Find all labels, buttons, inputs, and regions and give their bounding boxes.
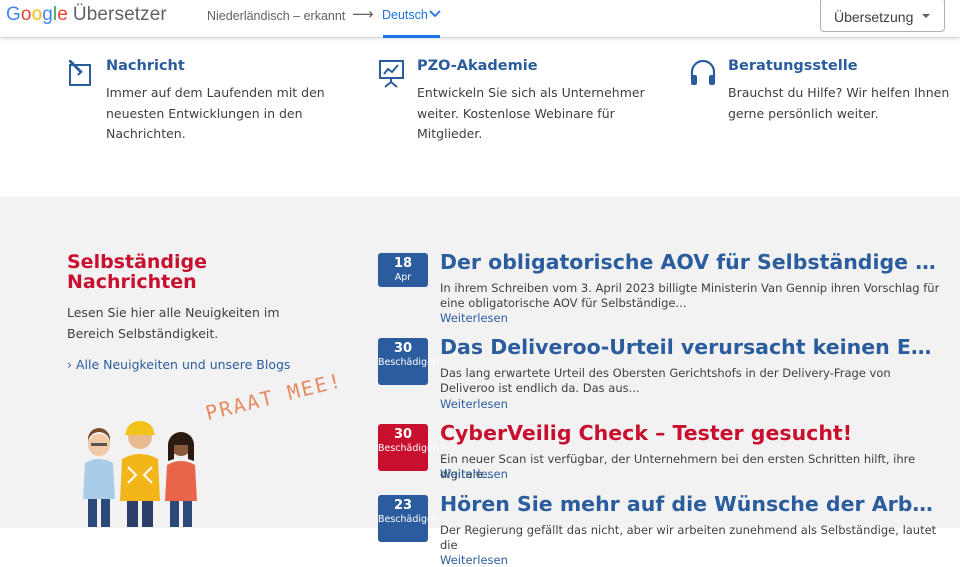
date-day: 18	[393, 256, 413, 271]
feature-title: Nachricht	[106, 58, 185, 74]
date-badge: 30 Beschädigen	[378, 338, 439, 385]
logo-letter: e	[57, 4, 68, 25]
presentation-board-icon	[379, 60, 404, 88]
date-badge: 30 Beschädigen	[378, 424, 439, 471]
date-badge: 18 Apr	[378, 253, 428, 287]
article-title[interactable]: Das Deliveroo-Urteil verursacht keinen E…	[440, 335, 940, 359]
article-title-text: Der obligatorische AOV für Selbständige …	[440, 250, 940, 274]
dropdown-triangle-icon	[922, 14, 930, 18]
source-language[interactable]: Niederländisch – erkannt	[207, 9, 345, 23]
article-excerpt: Ein neuer Scan ist verfügbar, der Untern…	[440, 452, 916, 481]
read-more-link[interactable]: Weiterlesen	[440, 311, 508, 325]
people-illustration	[83, 421, 197, 527]
all-news-link[interactable]: › Alle Neuigkeiten und unsere Blogs	[67, 357, 290, 372]
date-day: 30	[393, 427, 413, 442]
praat-mee-text: PRAAT MEE!	[203, 368, 346, 426]
article-title[interactable]: Hören Sie mehr auf die Wünsche der Arbei…	[440, 492, 940, 516]
read-more-link[interactable]: Weiterlesen	[440, 467, 508, 481]
feature-description: Immer auf dem Laufenden mit den neuesten…	[106, 85, 325, 141]
date-day: 23	[393, 498, 413, 513]
date-month: Beschädigen	[378, 514, 439, 525]
read-more-link[interactable]: Weiterlesen	[440, 397, 508, 411]
article-title[interactable]: CyberVeilig Check – Tester gesucht!	[440, 421, 940, 445]
date-month: Beschädigen	[378, 443, 439, 454]
arrow-right-icon: ⟶	[352, 5, 374, 23]
date-badge: 23 Beschädigen	[378, 495, 439, 542]
logo-letter: g	[42, 4, 53, 25]
article-excerpt: In ihrem Schreiben vom 3. April 2023 bil…	[440, 281, 940, 310]
logo-letter: G	[6, 4, 21, 25]
date-month: Apr	[394, 272, 412, 283]
article-title-text: Das Deliveroo-Urteil verursacht keinen E…	[440, 335, 940, 359]
article-title[interactable]: Der obligatorische AOV für Selbständige …	[440, 250, 940, 274]
date-day: 30	[393, 341, 413, 356]
article-excerpt: Das lang erwartete Urteil des Obersten G…	[440, 366, 891, 395]
read-more-link[interactable]: Weiterlesen	[440, 553, 508, 567]
section-description: Lesen Sie hier alle Neuigkeiten im Berei…	[67, 305, 280, 341]
pencil-edit-icon	[69, 60, 91, 86]
features-section: Nachricht Immer auf dem Laufenden mit de…	[0, 38, 960, 197]
logo-letter: o	[20, 4, 32, 25]
active-language-indicator	[383, 35, 440, 38]
feature-title: PZO-Akademie	[417, 58, 538, 74]
feature-title: Beratungsstelle	[728, 58, 858, 74]
translation-mode-dropdown[interactable]: Übersetzung	[820, 0, 945, 32]
logo-letter: o	[31, 4, 43, 25]
google-translate-logo[interactable]: Google Übersetzer	[6, 4, 167, 26]
article-title-text: Hören Sie mehr auf die Wünsche der Arbei…	[440, 492, 940, 516]
chevron-down-icon[interactable]	[429, 9, 441, 19]
logo-product-name: Übersetzer	[72, 4, 167, 25]
headphones-icon	[690, 59, 716, 85]
translation-mode-label: Übersetzung	[834, 9, 914, 25]
news-section: Selbständige Nachrichten Lesen Sie hier …	[0, 197, 960, 567]
feature-description: Brauchst du Hilfe? Wir helfen Ihnen gern…	[728, 85, 950, 121]
feature-description: Entwickeln Sie sich als Unternehmer weit…	[417, 85, 645, 141]
date-month: Beschädigen	[378, 357, 439, 368]
target-language-select[interactable]: Deutsch	[382, 8, 428, 22]
translate-toolbar: Google Übersetzer Niederländisch – erkann…	[0, 0, 960, 38]
section-title: Selbständige Nachrichten	[67, 251, 208, 293]
